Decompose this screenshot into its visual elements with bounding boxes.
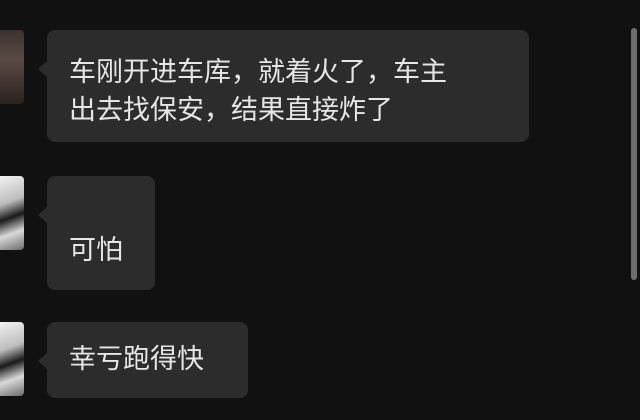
message-text: 可怕	[69, 235, 123, 266]
message-bubble[interactable]: 幸亏跑得快	[38, 322, 248, 398]
avatar[interactable]	[0, 322, 24, 396]
scrollbar[interactable]	[631, 28, 637, 280]
chat-message-list: 车刚开进车库，就着火了，车主 出去找保安，结果直接炸了 可怕 幸亏跑得快	[0, 0, 640, 420]
message-text: 车刚开进车库，就着火了，车主 出去找保安，结果直接炸了	[69, 57, 447, 126]
message-bubble[interactable]: 可怕	[38, 176, 155, 290]
message-bubble[interactable]: 车刚开进车库，就着火了，车主 出去找保安，结果直接炸了	[38, 30, 529, 142]
avatar[interactable]	[0, 30, 24, 104]
message-text: 幸亏跑得快	[69, 344, 204, 375]
avatar[interactable]	[0, 176, 24, 250]
